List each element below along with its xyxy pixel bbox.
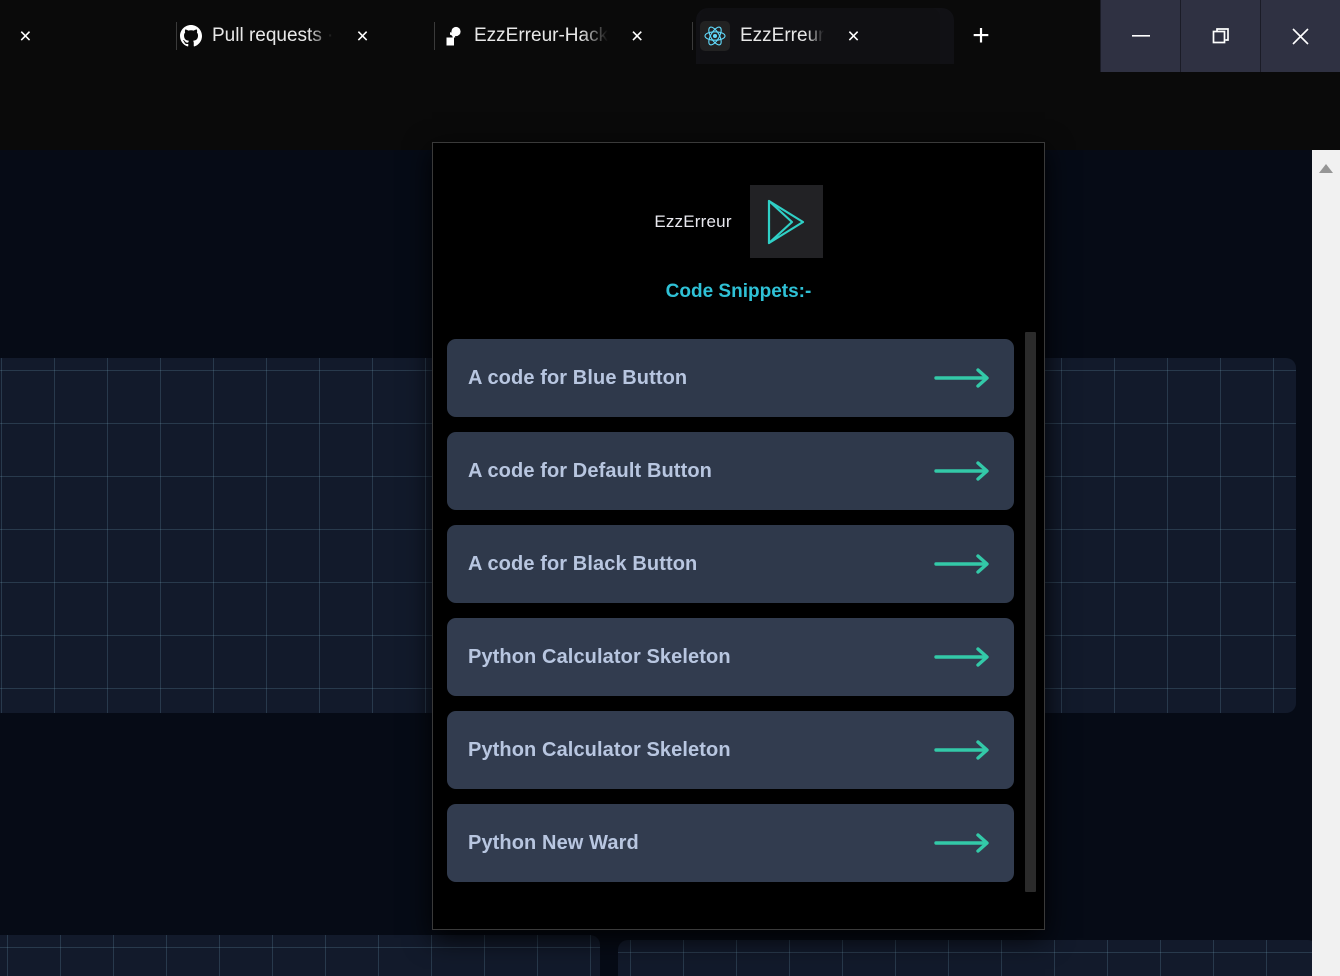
window-close-button[interactable] bbox=[1260, 0, 1340, 72]
github-icon bbox=[180, 25, 202, 47]
browser-tab-1[interactable]: Pull requests · × bbox=[180, 8, 420, 64]
react-icon bbox=[700, 21, 730, 51]
bookmark-pin-icon bbox=[442, 25, 464, 47]
arrow-right-icon[interactable] bbox=[934, 832, 992, 854]
tab-separator bbox=[692, 22, 693, 50]
snippet-label: A code for Black Button bbox=[468, 552, 698, 575]
snippet-label: Python New Ward bbox=[468, 831, 639, 854]
popup-scrollbar-thumb[interactable] bbox=[1025, 332, 1036, 892]
snippet-list[interactable]: A code for Blue Button A code for Defaul… bbox=[433, 339, 1044, 929]
tab-separator bbox=[176, 22, 177, 50]
snippet-item-3[interactable]: Python Calculator Skeleton bbox=[447, 618, 1014, 696]
ezzerreur-play-logo bbox=[749, 185, 823, 258]
tab-separator bbox=[434, 22, 435, 50]
tab-title: EzzErreur bbox=[740, 25, 825, 46]
tab-close-icon[interactable]: × bbox=[622, 21, 652, 51]
window-maximize-button[interactable] bbox=[1180, 0, 1260, 72]
arrow-right-icon[interactable] bbox=[934, 460, 992, 482]
arrow-right-icon[interactable] bbox=[934, 646, 992, 668]
tab-title: Pull requests · bbox=[212, 25, 334, 46]
snippet-label: A code for Blue Button bbox=[468, 366, 688, 389]
popup-subtitle: Code Snippets:- bbox=[665, 281, 812, 302]
tab-strip: tGPT × Pull requests · × EzzErreur-Hack … bbox=[0, 0, 1340, 72]
page-scrollbar[interactable] bbox=[1312, 150, 1340, 976]
snippet-label: Python Calculator Skeleton bbox=[468, 645, 731, 668]
tab-title: EzzErreur-Hack bbox=[474, 25, 609, 46]
window-minimize-button[interactable] bbox=[1100, 0, 1180, 72]
arrow-right-icon[interactable] bbox=[934, 553, 992, 575]
snippet-label: A code for Default Button bbox=[468, 459, 712, 482]
browser-toolbar bbox=[0, 72, 1340, 213]
snippet-item-0[interactable]: A code for Blue Button bbox=[447, 339, 1014, 417]
brand-row: EzzErreur bbox=[654, 185, 823, 258]
extension-popup: EzzErreur Code Snippets:- A code for Blu… bbox=[432, 142, 1045, 930]
new-tab-button[interactable]: + bbox=[962, 17, 1000, 55]
brand-name: EzzErreur bbox=[654, 211, 732, 231]
browser-tab-0[interactable]: tGPT × bbox=[0, 8, 160, 64]
tab-close-icon[interactable]: × bbox=[347, 21, 377, 51]
browser-tab-3-active[interactable]: EzzErreur × bbox=[700, 8, 940, 64]
arrow-right-icon[interactable] bbox=[934, 739, 992, 761]
browser-window: tGPT × Pull requests · × EzzErreur-Hack … bbox=[0, 0, 1340, 976]
tab-close-icon[interactable]: × bbox=[10, 21, 40, 51]
page-card-entry-point: nippet which can be used as a basic entr… bbox=[0, 935, 600, 976]
snippet-item-1[interactable]: A code for Default Button bbox=[447, 432, 1014, 510]
snippet-label: Python Calculator Skeleton bbox=[468, 738, 731, 761]
scroll-up-arrow-icon[interactable] bbox=[1312, 150, 1340, 186]
window-controls bbox=[1100, 0, 1340, 72]
arrow-right-icon[interactable] bbox=[934, 367, 992, 389]
tab-close-icon[interactable]: × bbox=[838, 21, 868, 51]
page-card-add-subtract: This is for adding and subtracting bbox=[618, 940, 1318, 976]
snippet-item-5[interactable]: Python New Ward bbox=[447, 804, 1014, 882]
snippet-item-4[interactable]: Python Calculator Skeleton bbox=[447, 711, 1014, 789]
browser-tab-2[interactable]: EzzErreur-Hack × bbox=[442, 8, 682, 64]
popup-header: EzzErreur Code Snippets:- bbox=[433, 143, 1044, 303]
snippet-item-2[interactable]: A code for Black Button bbox=[447, 525, 1014, 603]
